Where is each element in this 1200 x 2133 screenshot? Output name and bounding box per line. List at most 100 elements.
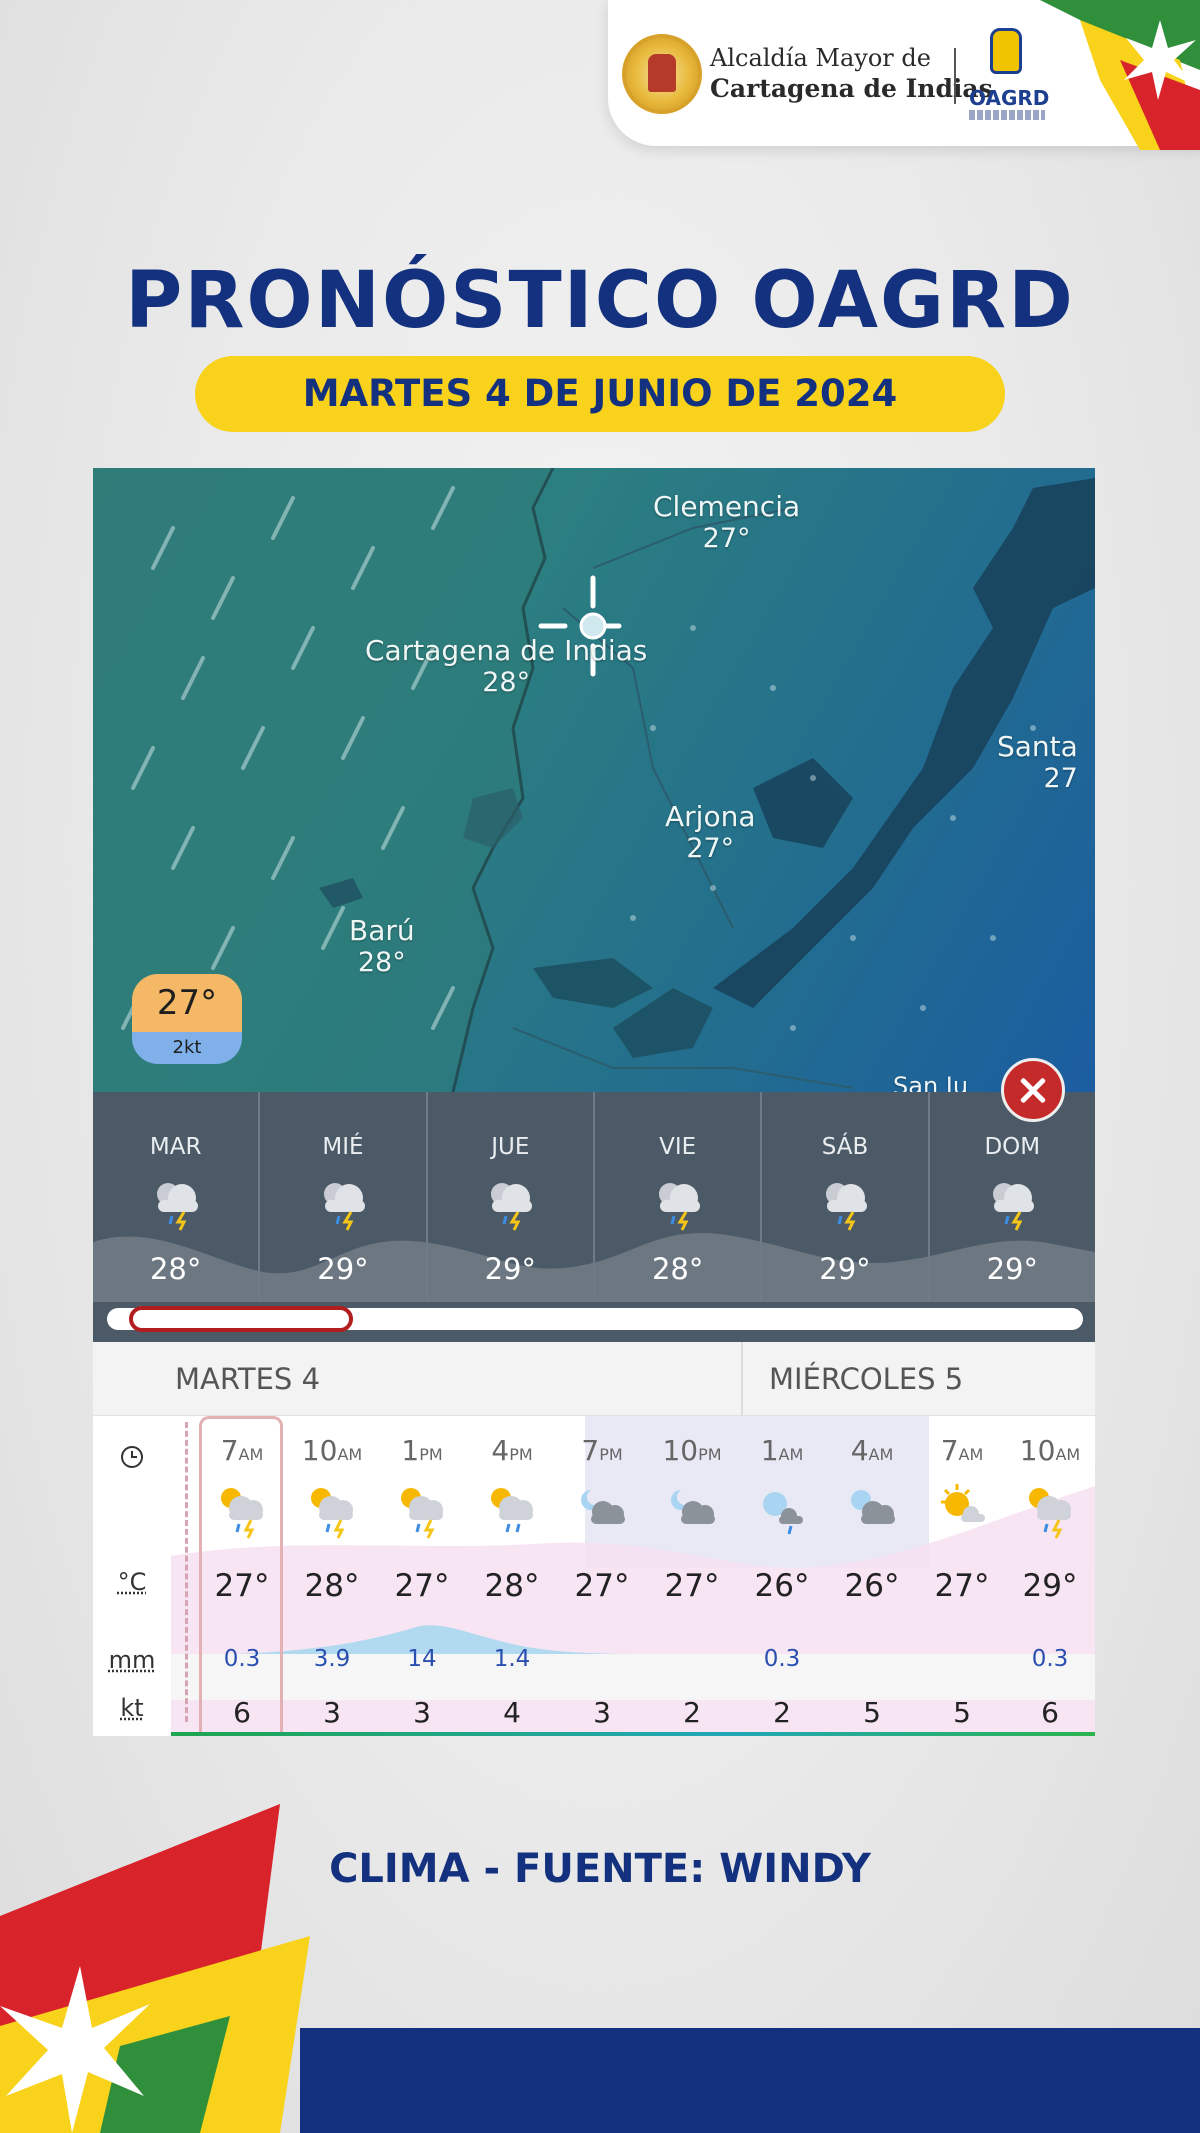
moon-cloud-icon [851, 1490, 895, 1524]
org-name-line1: Alcaldía Mayor de [710, 44, 931, 72]
hour-wind: 5 [953, 1696, 971, 1729]
agency-subtitle-decoration [969, 110, 1045, 120]
hour-column[interactable]: 7AM 27° 0.3 6 [197, 1416, 287, 1736]
day-columns: MAR 28° MIÉ 29° JUE 29° VIE 28° SÁB 29° … [93, 1092, 1095, 1300]
hour-temp: 28° [304, 1568, 360, 1604]
timeline-scrollbar-thumb[interactable] [129, 1306, 353, 1332]
hour-label: 10AM [301, 1434, 363, 1467]
city-seal-logo [622, 34, 702, 114]
wind-gust-line [171, 1732, 1095, 1736]
footer-bar [300, 2028, 1200, 2133]
hour-temp: 27° [934, 1568, 990, 1604]
hour-wind: 2 [683, 1696, 701, 1729]
thunderstorm-icon [323, 1183, 365, 1231]
daily-forecast-strip: MAR 28° MIÉ 29° JUE 29° VIE 28° SÁB 29° … [93, 1092, 1095, 1342]
day-column-dom[interactable]: DOM 29° [930, 1092, 1095, 1300]
day-temp: 28° [651, 1252, 704, 1286]
org-name-line2: Cartagena de Indias [710, 74, 993, 103]
map-city-label: Barú 28° [349, 914, 415, 978]
day-name: MIÉ [322, 1134, 364, 1160]
hour-temp: 29° [1022, 1568, 1078, 1604]
map-city-label: Cartagena de Indias 28° [365, 634, 648, 698]
hour-column[interactable]: 10PM 27° 2 [647, 1416, 737, 1736]
hour-wind: 3 [413, 1696, 431, 1729]
hour-temp: 27° [394, 1568, 450, 1604]
hour-column[interactable]: 4PM 28° 1.4 4 [467, 1416, 557, 1736]
moon-cloud-icon [671, 1489, 715, 1524]
day-temp: 29° [484, 1252, 537, 1286]
weather-map[interactable]: Clemencia 27° Cartagena de Indias 28° Sant… [93, 468, 1095, 1100]
hour-temp: 27° [214, 1568, 270, 1604]
hour-label: 7PM [581, 1434, 623, 1467]
hour-label: 7AM [220, 1434, 264, 1467]
corner-decoration-bottom-left [0, 1796, 320, 2133]
row-label-temp: °C [117, 1568, 147, 1596]
agency-name: OAGRD [969, 86, 1050, 110]
hour-rain: 3.9 [313, 1646, 351, 1672]
close-icon[interactable] [1001, 1058, 1065, 1122]
day-column-sab[interactable]: SÁB 29° [762, 1092, 930, 1300]
hour-wind: 3 [593, 1696, 611, 1729]
date-label: MARTES 4 DE JUNIO DE 2024 [302, 372, 898, 415]
current-conditions-chip[interactable]: 27° 2kt [132, 974, 242, 1064]
clock-icon [93, 1438, 171, 1476]
hour-rain: 0.3 [1031, 1646, 1069, 1672]
sun-cloud-thunder-icon [1029, 1488, 1071, 1539]
hour-rain: 0.3 [763, 1646, 801, 1672]
map-city-label: Clemencia 27° [653, 490, 801, 554]
hour-column[interactable]: 4AM 26° 5 [827, 1416, 917, 1736]
sun-cloud-rain-icon [491, 1488, 533, 1533]
hour-wind: 6 [233, 1696, 251, 1729]
hour-rain: 0.3 [223, 1646, 261, 1672]
hour-column[interactable]: 10AM 28° 3.9 3 [287, 1416, 377, 1736]
row-label-wind: kt [120, 1694, 144, 1722]
day-header-miercoles: MIÉRCOLES 5 [741, 1342, 1095, 1416]
header-divider [954, 48, 956, 104]
day-name: JUE [491, 1134, 530, 1160]
hour-wind: 2 [773, 1696, 791, 1729]
map-city-label: Arjona 27° [665, 800, 756, 864]
hour-column[interactable]: 7AM 27° 5 [917, 1416, 1007, 1736]
hour-rain: 14 [407, 1646, 437, 1672]
hour-wind: 6 [1041, 1696, 1059, 1729]
date-pill: MARTES 4 DE JUNIO DE 2024 [195, 356, 1005, 432]
sun-cloud-thunder-icon [401, 1488, 443, 1539]
day-column-jue[interactable]: JUE 29° [428, 1092, 595, 1300]
row-label-rain: mm [108, 1646, 156, 1674]
corner-decoration-top-right [1040, 0, 1200, 150]
sun-cloud-thunder-icon [311, 1488, 353, 1539]
hour-label: 4AM [850, 1434, 894, 1467]
map-city-label: Santa 27 [997, 730, 1078, 794]
page-title: PRONÓSTICO OAGRD [125, 256, 1075, 346]
moon-cloud-rain-icon [763, 1492, 803, 1535]
hour-wind: 3 [323, 1696, 341, 1729]
sun-cloud-icon [941, 1484, 985, 1522]
day-header-martes: MARTES 4 [93, 1342, 741, 1416]
hour-temp: 26° [844, 1568, 900, 1604]
hour-label: 10AM [1019, 1434, 1081, 1467]
day-column-mie[interactable]: MIÉ 29° [260, 1092, 428, 1300]
hour-temp: 27° [664, 1568, 720, 1604]
hour-rain: 1.4 [493, 1646, 531, 1672]
day-temp: 29° [819, 1252, 871, 1286]
hour-label: 1PM [401, 1434, 443, 1467]
hour-label: 4PM [491, 1434, 533, 1467]
sun-cloud-thunder-icon [221, 1488, 263, 1539]
hour-label: 1AM [760, 1434, 804, 1467]
oagrd-hand-logo [990, 28, 1022, 74]
day-column-mar[interactable]: MAR 28° [93, 1092, 261, 1300]
day-column-vie[interactable]: VIE 28° [595, 1092, 763, 1300]
hour-wind: 5 [863, 1696, 881, 1729]
hour-column[interactable]: 1AM 26° 0.3 2 [737, 1416, 827, 1736]
day-name: DOM [984, 1134, 1041, 1160]
current-wind: 2kt [132, 1032, 242, 1064]
timeline-scrollbar[interactable] [107, 1306, 1083, 1332]
thunderstorm-icon [825, 1183, 867, 1231]
thunderstorm-icon [491, 1183, 533, 1231]
hour-column[interactable]: 7PM 27° 3 [557, 1416, 647, 1736]
thunderstorm-icon [993, 1183, 1035, 1231]
day-temp: 29° [317, 1252, 369, 1286]
hour-label: 10PM [662, 1434, 722, 1467]
hour-column[interactable]: 1PM 27° 14 3 [377, 1416, 467, 1736]
hour-column[interactable]: 10AM 29° 0.3 6 [1005, 1416, 1095, 1736]
